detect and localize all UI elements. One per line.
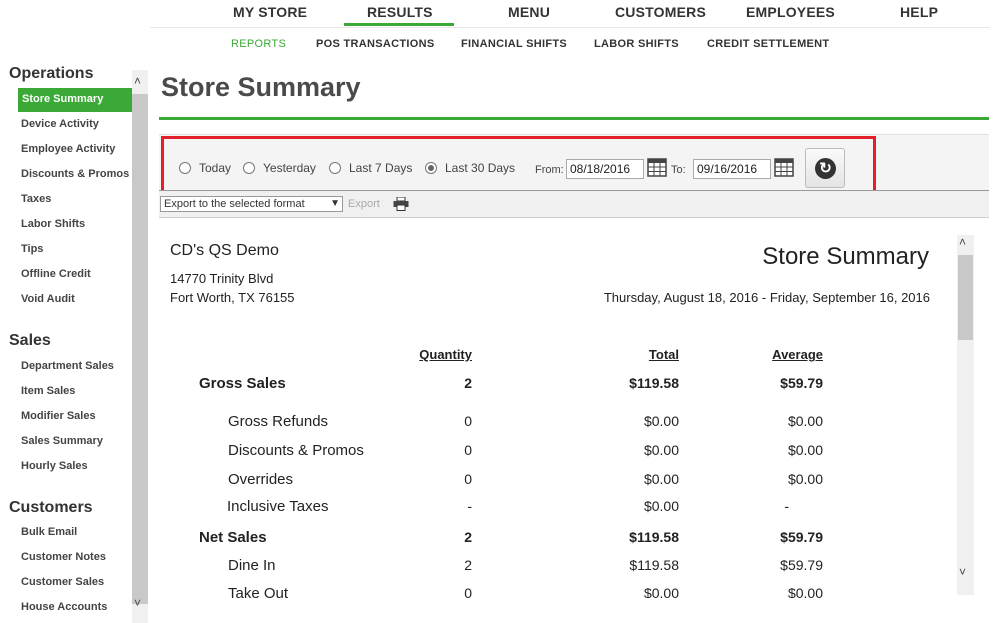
report-table: Gross Sales 2 $119.58 $59.79 Gross Refun… [0,0,1002,598]
row-quantity: 0 [464,585,472,598]
sidebar-scroll-down-icon[interactable]: ˅ [134,596,141,610]
table-row: Dine In 2 $119.58 $59.79 [0,557,1002,577]
row-label: Net Sales [199,529,267,546]
row-quantity: 0 [464,442,472,458]
row-label: Take Out [228,585,289,598]
row-total: $0.00 [643,471,679,487]
row-quantity: 2 [464,529,472,545]
row-quantity: 0 [464,471,472,487]
row-total: $119.58 [629,375,679,391]
row-label: Inclusive Taxes [227,498,329,515]
row-label: Discounts & Promos [228,442,364,459]
row-total: $119.58 [629,529,679,545]
row-label: Dine In [228,557,276,574]
sidebar-item-house-accounts[interactable]: House Accounts [21,601,107,613]
row-average: $59.79 [780,557,823,573]
row-label: Gross Refunds [228,413,329,430]
row-average: $0.00 [787,471,823,487]
row-average: $0.00 [787,413,823,429]
row-average: $59.79 [780,529,823,545]
row-total: $119.58 [629,557,679,573]
row-average: - [784,498,789,514]
row-quantity: 2 [464,557,472,573]
table-row: Take Out 0 $0.00 $0.00 [0,585,1002,598]
table-row: Net Sales 2 $119.58 $59.79 [0,529,1002,549]
row-total: $0.00 [643,413,679,429]
row-quantity: 0 [464,413,472,429]
row-total: $0.00 [643,585,679,598]
row-label: Overrides [228,471,294,488]
table-row: Discounts & Promos 0 $0.00 $0.00 [0,442,1002,462]
row-quantity: - [467,498,472,514]
row-average: $0.00 [787,442,823,458]
table-row: Gross Refunds 0 $0.00 $0.00 [0,413,1002,433]
table-row: Gross Sales 2 $119.58 $59.79 [0,375,1002,395]
table-row: Overrides 0 $0.00 $0.00 [0,471,1002,491]
row-quantity: 2 [464,375,472,391]
row-average: $0.00 [787,585,823,598]
table-row: Inclusive Taxes - $0.00 - [0,498,1002,518]
row-total: $0.00 [643,498,679,514]
row-average: $59.79 [780,375,823,391]
row-label: Gross Sales [199,375,286,392]
row-total: $0.00 [643,442,679,458]
